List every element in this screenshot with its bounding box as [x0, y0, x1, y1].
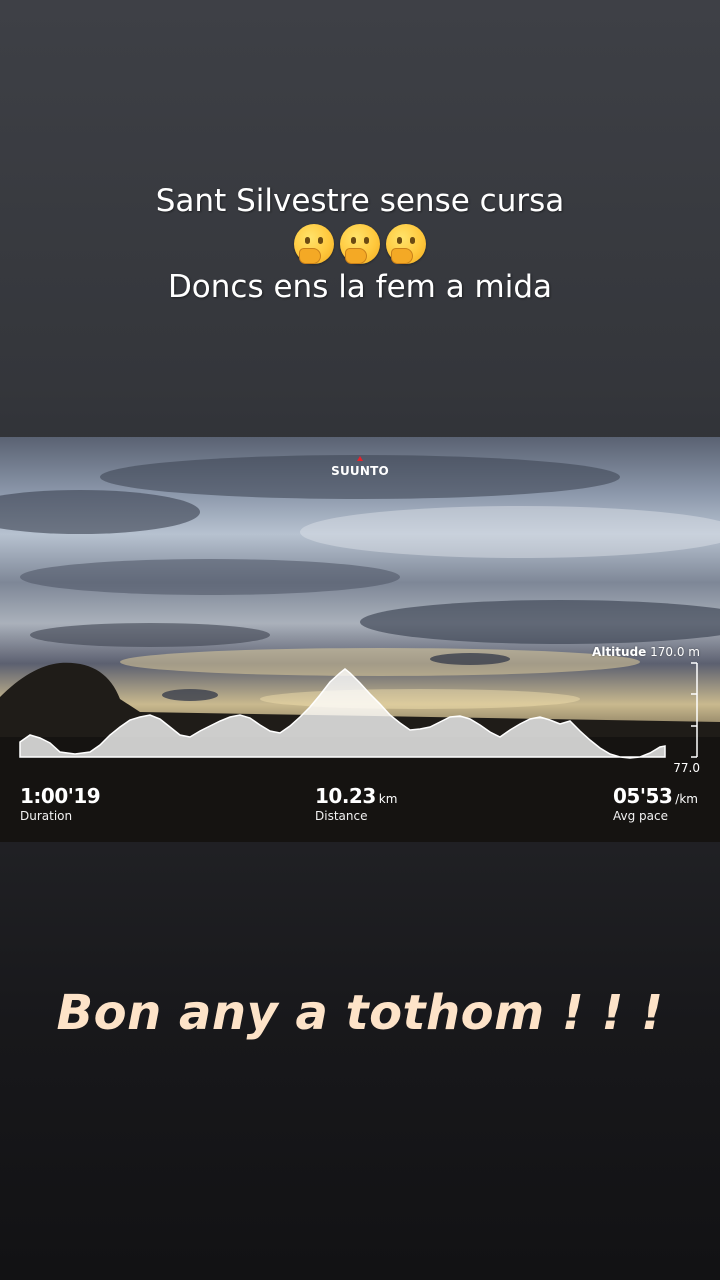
caption-line-2: Doncs ens la fem a mida [167, 269, 553, 305]
thinking-face-emoji-icon [386, 224, 426, 264]
duration-label: Duration [20, 809, 73, 823]
altitude-max: 170.0 m [650, 645, 700, 659]
greeting-text: Bon any a tothom ! ! ! [56, 985, 664, 1041]
thinking-face-emoji-icon [340, 224, 380, 264]
duration-value: 1:00'19 [20, 784, 101, 808]
stat-duration: 1:00'19 Duration [20, 784, 101, 823]
pace-label: Avg pace [613, 809, 668, 823]
distance-label: Distance [315, 809, 368, 823]
caption-line-1: Sant Silvestre sense cursa [155, 183, 565, 219]
suunto-logo: SUUNTO [331, 464, 389, 478]
altitude-max-label: Altitude 170.0 m [592, 645, 700, 659]
pace-value: 05'53 [613, 784, 673, 808]
pace-unit: /km [675, 792, 698, 806]
distance-unit: km [378, 792, 398, 806]
thinking-face-emoji-icon [294, 224, 334, 264]
altitude-min: 77.0 [673, 761, 700, 775]
distance-value: 10.23 [315, 784, 376, 808]
activity-card: SUUNTO Altitude 170.0 m 77.0 1:00'19 Dur… [0, 437, 720, 842]
story-caption: Sant Silvestre sense cursa Doncs ens la … [0, 180, 720, 308]
landscape-photo [0, 455, 720, 842]
emoji-row [0, 222, 720, 266]
altitude-label: Altitude [592, 645, 647, 659]
stat-pace: 05'53/km Avg pace [613, 784, 698, 823]
stat-distance: 10.23 km Distance [315, 784, 397, 823]
suunto-logo-icon [357, 456, 363, 461]
